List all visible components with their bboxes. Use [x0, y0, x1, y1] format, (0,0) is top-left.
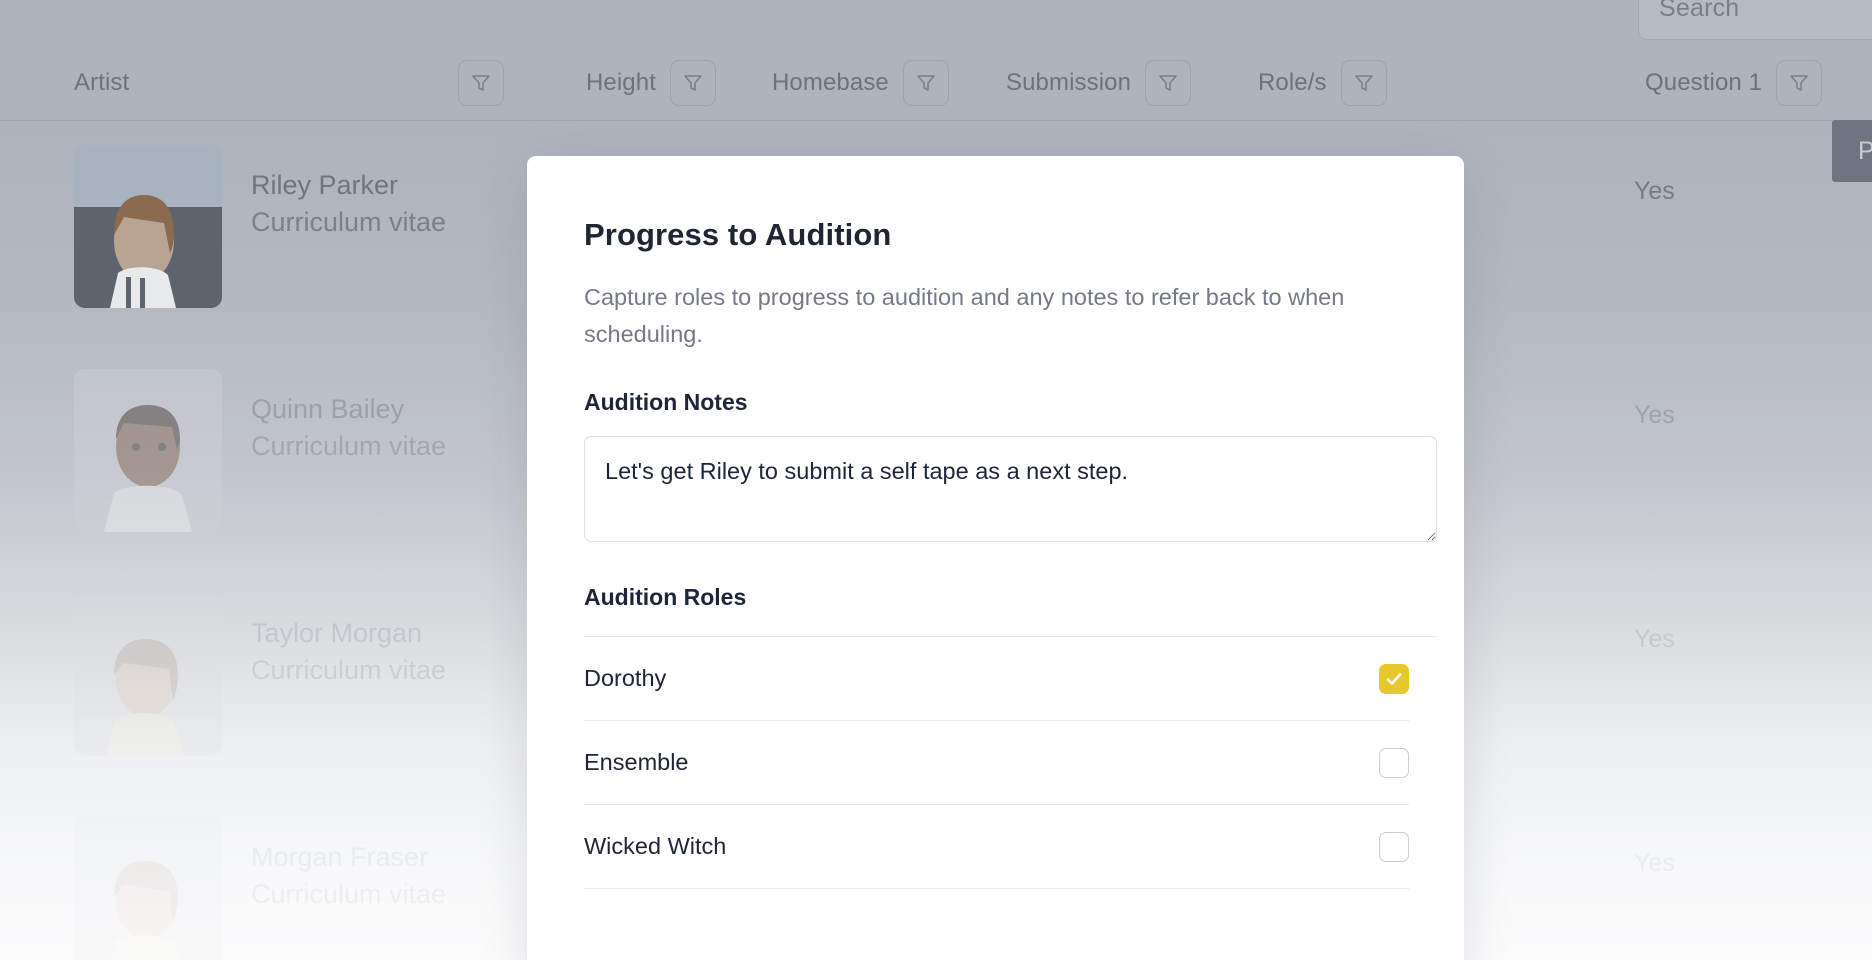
- table-header: Artist Height Homebase Submission Role/s…: [0, 0, 1872, 121]
- avatar: [74, 145, 222, 308]
- role-checkbox-checked[interactable]: [1379, 663, 1409, 694]
- audition-notes-field: [584, 436, 1437, 542]
- filter-funnel-icon[interactable]: [1145, 60, 1192, 106]
- audition-roles-label: Audition Roles: [584, 584, 747, 610]
- row-question-1-value: Yes: [1634, 849, 1675, 877]
- column-header-artist[interactable]: Artist: [74, 60, 505, 106]
- row-name: Riley Parker: [251, 170, 399, 200]
- column-label: Height: [586, 69, 656, 96]
- filter-funnel-icon[interactable]: [669, 60, 716, 106]
- row-name: Taylor Morgan: [251, 618, 423, 648]
- screen: Search P Artist Height Homebase Submissi…: [0, 0, 1872, 960]
- avatar: [74, 593, 222, 756]
- column-label: Role/s: [1258, 69, 1327, 96]
- column-label: Question 1: [1645, 69, 1763, 96]
- audition-notes-label: Audition Notes: [584, 389, 748, 415]
- column-label: Homebase: [772, 69, 889, 96]
- row-subtitle[interactable]: Curriculum vitae: [251, 203, 446, 241]
- column-header-homebase[interactable]: Homebase: [772, 60, 949, 106]
- role-option-row[interactable]: Dorothy: [584, 637, 1409, 721]
- row-question-1-value: Yes: [1634, 177, 1675, 205]
- row-question-1-value: Yes: [1634, 625, 1675, 653]
- progress-to-audition-dialog: Progress to Audition Capture roles to pr…: [527, 156, 1464, 960]
- dialog-description: Capture roles to progress to audition an…: [584, 284, 1345, 347]
- column-label: Artist: [74, 69, 130, 96]
- role-name: Dorothy: [584, 665, 667, 691]
- role-option-row[interactable]: Ensemble: [584, 721, 1409, 805]
- column-header-roles[interactable]: Role/s: [1258, 60, 1387, 106]
- role-name: Wicked Witch: [584, 833, 727, 859]
- role-checkbox-unchecked[interactable]: [1379, 747, 1409, 778]
- column-header-height[interactable]: Height: [586, 60, 716, 106]
- row-name: Morgan Fraser: [251, 842, 429, 872]
- row-subtitle[interactable]: Curriculum vitae: [251, 427, 446, 465]
- avatar: [74, 817, 222, 960]
- filter-funnel-icon[interactable]: [1776, 60, 1823, 106]
- column-header-question-1[interactable]: Question 1: [1645, 60, 1823, 106]
- filter-funnel-icon[interactable]: [902, 60, 949, 106]
- role-option-row[interactable]: Wicked Witch: [584, 805, 1409, 889]
- row-subtitle[interactable]: Curriculum vitae: [251, 651, 446, 689]
- row-subtitle[interactable]: Curriculum vitae: [251, 875, 446, 913]
- role-checkbox-unchecked[interactable]: [1379, 831, 1409, 862]
- filter-funnel-icon[interactable]: [458, 60, 505, 106]
- avatar: [74, 369, 222, 532]
- filter-funnel-icon[interactable]: [1340, 60, 1387, 106]
- role-name: Ensemble: [584, 749, 689, 775]
- dialog-title: Progress to Audition: [584, 217, 892, 252]
- row-question-1-value: Yes: [1634, 401, 1675, 429]
- column-label: Submission: [1006, 69, 1132, 96]
- column-header-submission[interactable]: Submission: [1006, 60, 1192, 106]
- row-name: Quinn Bailey: [251, 394, 405, 424]
- audition-notes-input[interactable]: [584, 436, 1437, 542]
